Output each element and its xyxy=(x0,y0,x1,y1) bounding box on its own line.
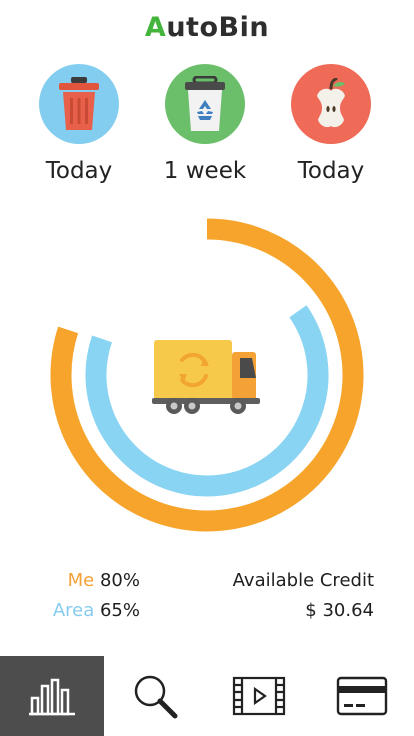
bin-recycle-label: 1 week xyxy=(163,158,247,184)
garbage-truck-icon xyxy=(152,340,260,414)
stat-me-label: Me xyxy=(67,570,95,591)
nav-payment[interactable] xyxy=(311,656,414,736)
bottom-nav xyxy=(0,656,414,736)
recycle-bin-icon xyxy=(165,64,245,144)
bin-status-row: Today 1 week Today xyxy=(0,64,414,194)
bar-chart-icon xyxy=(28,678,75,716)
app-logo: AutoBin xyxy=(0,12,414,43)
bin-recycle[interactable]: 1 week xyxy=(135,64,275,184)
nav-stats[interactable] xyxy=(0,656,104,736)
credit-value: $ 30.64 xyxy=(305,600,374,621)
fill-level-chart xyxy=(44,212,370,538)
apple-core-icon xyxy=(291,64,371,144)
app-logo-initial: A xyxy=(144,12,167,43)
bin-organic-label: Today xyxy=(297,158,365,184)
stat-area: Area 65% xyxy=(52,600,140,621)
nav-video[interactable] xyxy=(207,656,311,736)
search-icon xyxy=(135,675,178,719)
credit-card-icon xyxy=(337,676,388,716)
app-logo-text: utoBin xyxy=(166,12,270,43)
bin-organic[interactable]: Today xyxy=(261,64,401,184)
trash-can-icon xyxy=(39,64,119,144)
stat-area-label: Area xyxy=(52,600,95,621)
video-icon xyxy=(232,676,285,716)
bin-trash[interactable]: Today xyxy=(9,64,149,184)
nav-search[interactable] xyxy=(104,656,208,736)
stat-me-value: 80% xyxy=(99,570,140,591)
stat-me: Me 80% xyxy=(52,570,140,591)
credit-label: Available Credit xyxy=(232,570,374,591)
bin-trash-label: Today xyxy=(45,158,113,184)
stats-panel: Me 80% Area 65% Available Credit $ 30.64 xyxy=(0,566,414,626)
stat-area-value: 65% xyxy=(99,600,140,621)
